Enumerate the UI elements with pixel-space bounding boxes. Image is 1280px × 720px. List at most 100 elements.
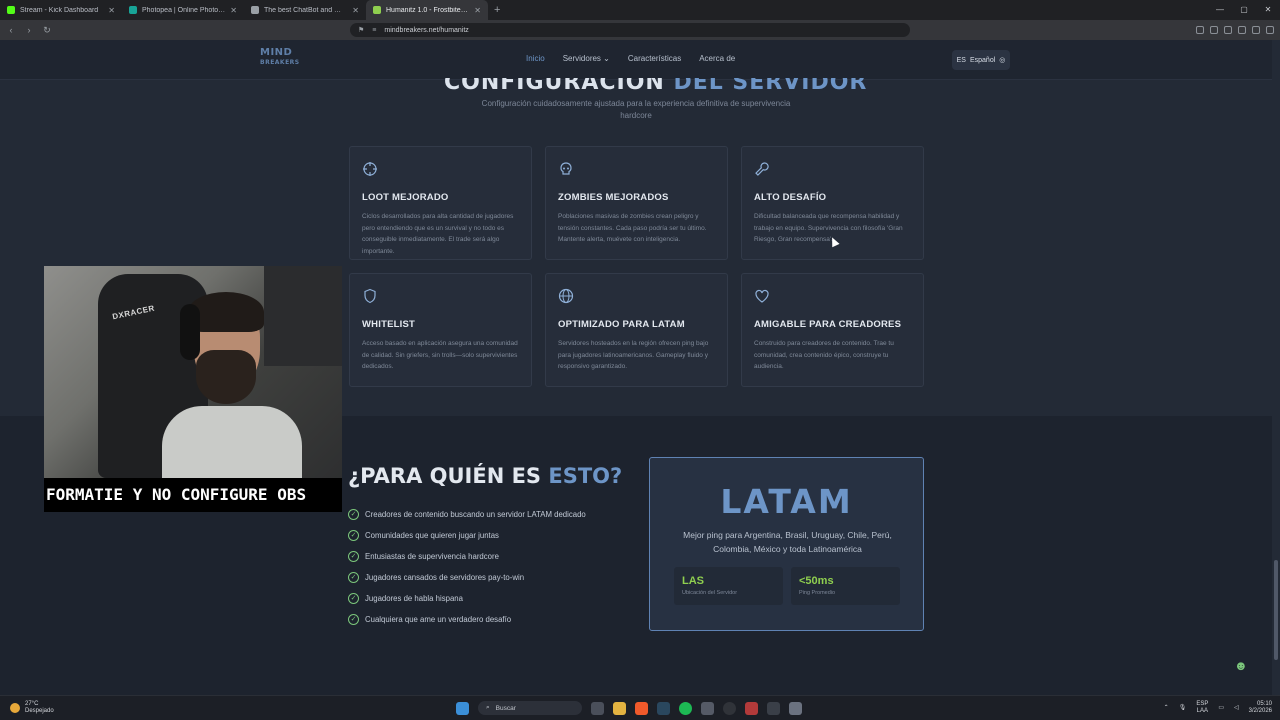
weather-text: 27°C Despejado — [25, 701, 54, 715]
feature-card-loot: LOOT MEJORADO Ciclos desarrollados para … — [349, 146, 532, 260]
tray-chevron-icon[interactable]: ⌃ — [1164, 705, 1169, 712]
kick-favicon-icon — [7, 6, 15, 14]
tab-humanitz[interactable]: Humanitz 1.0 - Frostbite - 06/03... ✕ — [366, 0, 488, 20]
tab-title: Photopea | Online Photo Editor — [142, 6, 225, 14]
volume-icon[interactable]: ◁ — [1234, 705, 1239, 712]
close-icon[interactable]: ✕ — [474, 6, 481, 15]
close-icon[interactable]: ✕ — [352, 6, 359, 15]
nav-inicio[interactable]: Inicio — [526, 54, 545, 63]
extension-icon[interactable] — [1210, 26, 1218, 34]
feature-title: ZOMBIES MEJORADOS — [558, 192, 669, 203]
back-icon[interactable]: ‹ — [4, 25, 18, 35]
list-item: ✓ Creadores de contenido buscando un serv… — [348, 504, 586, 525]
check-icon: ✓ — [348, 593, 359, 604]
stat-value: LAS — [682, 575, 704, 587]
keyboard-layout[interactable]: ESP LAA — [1196, 701, 1208, 715]
windows-start-icon[interactable] — [456, 701, 469, 715]
latam-box: LATAM Mejor ping para Argentina, Brasil,… — [649, 457, 924, 631]
shield-icon — [364, 288, 376, 304]
search-label: Buscar — [495, 704, 516, 712]
list-item-text: Creadores de contenido buscando un servi… — [365, 510, 586, 519]
sidebar-icon[interactable] — [1224, 26, 1232, 34]
taskbar-search[interactable]: ⌕ Buscar — [478, 701, 582, 715]
feature-desc: Ciclos desarrollados para alta cantidad … — [362, 213, 514, 255]
tab-title: Stream - Kick Dashboard — [20, 6, 99, 14]
reload-icon[interactable]: ↻ — [40, 25, 54, 36]
app-icon[interactable] — [745, 701, 758, 715]
nav-acerca[interactable]: Acerca de — [699, 54, 735, 63]
stat-location: LAS Ubicación del Servidor — [674, 567, 783, 605]
app-icon[interactable] — [767, 701, 780, 715]
weather-temp: 27°C — [25, 701, 39, 707]
tab-title: The best ChatBot and Widgets for Tw... — [264, 6, 347, 14]
streamer-shirt — [162, 406, 302, 478]
list-item-text: Jugadores de habla hispana — [365, 594, 463, 603]
language-selector[interactable]: ES Español ◎ — [952, 50, 1010, 70]
list-item: ✓ Cualquiera que ame un verdadero desafío — [348, 609, 586, 630]
who-checklist: ✓ Creadores de contenido buscando un serv… — [348, 504, 586, 630]
tab-chatbot[interactable]: The best ChatBot and Widgets for Tw... ✕ — [244, 0, 366, 20]
tab-kick[interactable]: Stream - Kick Dashboard ✕ — [0, 0, 122, 20]
close-icon[interactable]: ✕ — [230, 6, 237, 15]
forward-icon[interactable]: › — [22, 25, 36, 35]
date: 3/2/2026 — [1248, 708, 1272, 714]
extension-icon[interactable] — [1196, 26, 1204, 34]
who-title: ¿PARA QUIÉN ES ESTO? — [348, 464, 622, 488]
spotify-icon[interactable] — [679, 701, 692, 715]
list-item: ✓ Entusiastas de supervivencia hardcore — [348, 546, 586, 567]
site-menu: Inicio Servidores ⌄ Características Acer… — [526, 54, 735, 63]
check-icon: ✓ — [348, 614, 359, 625]
file-explorer-icon[interactable] — [613, 701, 626, 715]
check-icon: ✓ — [348, 509, 359, 520]
nav-caracteristicas[interactable]: Características — [628, 54, 681, 63]
nav-servidores[interactable]: Servidores ⌄ — [563, 54, 610, 63]
steam-icon[interactable] — [657, 701, 670, 715]
maximize-icon[interactable]: ▢ — [1232, 0, 1256, 20]
latam-desc: Mejor ping para Argentina, Brasil, Urugu… — [683, 530, 892, 554]
scrollbar[interactable] — [1274, 560, 1278, 660]
list-item: ✓ Comunidades que quieren jugar juntas — [348, 525, 586, 546]
close-icon[interactable]: ✕ — [108, 6, 115, 15]
site-info-icon[interactable]: ≡ — [372, 27, 376, 34]
settings-icon[interactable] — [789, 701, 802, 715]
clock[interactable]: 05:10 3/2/2026 — [1249, 701, 1272, 715]
browser-toolbar: ‹ › ↻ ⚑ ≡ mindbreakers.net/humanitz — [0, 20, 1280, 40]
tab-photopea[interactable]: Photopea | Online Photo Editor ✕ — [122, 0, 244, 20]
logo-line2: BREAKERS — [260, 59, 300, 66]
headset-icon — [180, 304, 200, 360]
feature-title: AMIGABLE PARA CREADORES — [754, 319, 902, 330]
list-item-text: Entusiastas de supervivencia hardcore — [365, 552, 499, 561]
minimize-icon[interactable]: — — [1208, 0, 1232, 20]
check-icon: ✓ — [348, 572, 359, 583]
stat-label: Ubicación del Servidor — [682, 590, 738, 596]
obs-icon[interactable] — [723, 701, 736, 715]
mic-icon[interactable]: 🎙 — [1179, 705, 1187, 712]
feature-title: WHITELIST — [362, 319, 415, 330]
new-tab-button[interactable]: + — [488, 4, 506, 16]
menu-icon[interactable] — [1266, 26, 1274, 34]
lang1: ESP — [1196, 701, 1209, 707]
photopea-favicon-icon — [129, 6, 137, 14]
site-logo[interactable]: MIND BREAKERS — [260, 48, 300, 72]
feature-title: OPTIMIZADO PARA LATAM — [558, 319, 685, 330]
list-item: ✓ Jugadores cansados de servidores pay-to… — [348, 567, 586, 588]
url-text: mindbreakers.net/humanitz — [384, 26, 469, 34]
close-window-icon[interactable]: ✕ — [1256, 0, 1280, 20]
weather-widget[interactable]: 27°C Despejado — [10, 701, 54, 715]
address-bar[interactable]: ⚑ ≡ mindbreakers.net/humanitz — [350, 23, 910, 37]
wallet-icon[interactable] — [1238, 26, 1246, 34]
heart-icon — [755, 289, 769, 303]
task-view-icon[interactable] — [591, 701, 604, 715]
chat-icon[interactable]: ☻ — [1234, 658, 1254, 674]
brave-icon[interactable] — [635, 701, 648, 715]
language-code: ES — [956, 56, 966, 64]
bookmark-icon[interactable]: ⚑ — [358, 26, 364, 34]
list-item-text: Jugadores cansados de servidores pay-to-… — [365, 573, 525, 582]
app-icon[interactable] — [701, 701, 714, 715]
network-icon[interactable]: ▭ — [1218, 705, 1224, 712]
humanitz-favicon-icon — [373, 6, 381, 14]
who-title-main: ¿PARA QUIÉN ES — [348, 464, 549, 488]
vpn-icon[interactable] — [1252, 26, 1260, 34]
crosshair-icon — [363, 162, 377, 176]
webcam-overlay: DXRACER — [44, 266, 342, 478]
